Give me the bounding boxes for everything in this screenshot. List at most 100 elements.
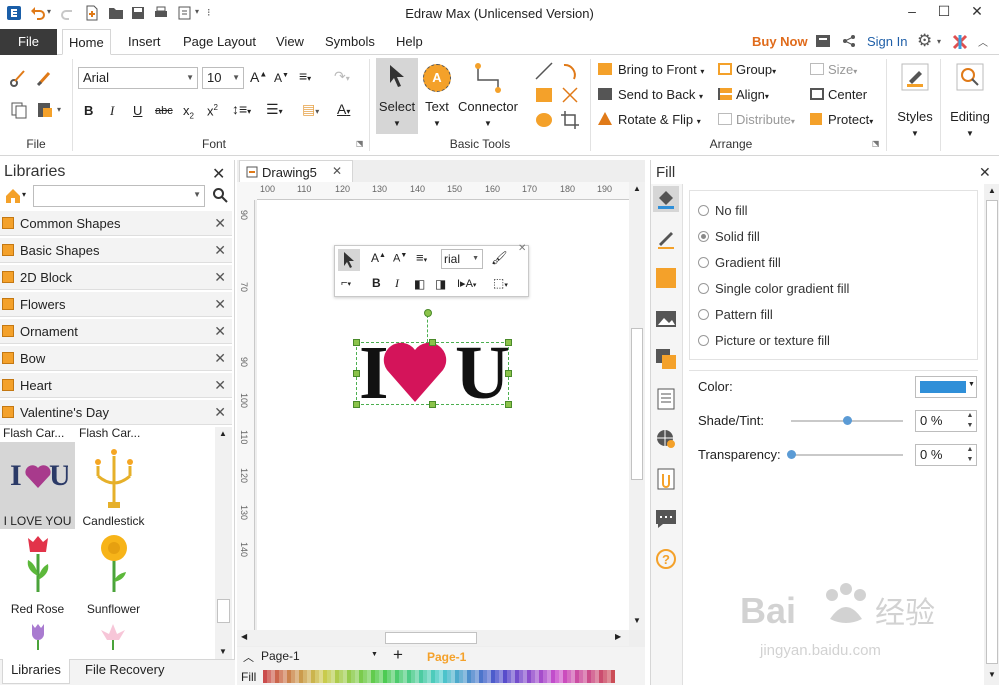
- increase-font-icon[interactable]: A▲: [371, 251, 386, 265]
- library-search-input[interactable]: ▼: [33, 185, 205, 207]
- text-tool-button[interactable]: A Text ▼: [420, 58, 454, 134]
- home-dropdown-icon[interactable]: ▾: [22, 190, 26, 199]
- libraries-scrollbar[interactable]: ▲ ▼: [215, 427, 232, 659]
- superscript-icon[interactable]: x2: [207, 103, 218, 118]
- line-spacing-icon[interactable]: ↕≡▾: [232, 101, 251, 117]
- resize-handle[interactable]: [429, 401, 436, 408]
- color-picker[interactable]: ▼: [915, 376, 977, 398]
- scroll-thumb[interactable]: [631, 328, 643, 480]
- line-tool-icon[interactable]: [534, 61, 554, 81]
- attachment-icon[interactable]: [655, 468, 677, 490]
- slider-knob[interactable]: [787, 450, 796, 459]
- tulip-icon[interactable]: [28, 622, 48, 650]
- protect-button[interactable]: Protect▾: [810, 112, 873, 127]
- rotation-handle[interactable]: [424, 309, 432, 317]
- font-name-select[interactable]: Arial ▼: [78, 67, 198, 89]
- tab-help[interactable]: Help: [390, 29, 429, 55]
- resize-handle[interactable]: [353, 339, 360, 346]
- styles-button[interactable]: Styles ▼: [892, 59, 938, 147]
- bold-icon[interactable]: B: [84, 103, 93, 118]
- color-palette[interactable]: [263, 670, 615, 683]
- add-page-icon[interactable]: +: [393, 645, 403, 665]
- highlight-icon[interactable]: ▤▾: [302, 101, 319, 118]
- slider-knob[interactable]: [843, 416, 852, 425]
- close-icon[interactable]: ✕: [979, 164, 991, 181]
- close-icon[interactable]: ✕: [214, 400, 226, 425]
- arc-tool-icon[interactable]: [560, 61, 580, 81]
- resize-handle[interactable]: [429, 339, 436, 346]
- resize-handle[interactable]: [505, 339, 512, 346]
- group-button[interactable]: Group▾: [718, 62, 776, 77]
- radio-no-fill[interactable]: No fill: [698, 203, 748, 218]
- paste-dropdown-icon[interactable]: ▾: [57, 105, 61, 114]
- shape-red-rose[interactable]: Red Rose: [0, 530, 75, 617]
- underline-icon[interactable]: U: [133, 103, 142, 118]
- library-item-bow[interactable]: Bow ✕: [0, 346, 232, 371]
- scroll-thumb[interactable]: [986, 200, 998, 664]
- bring-to-front-button[interactable]: Bring to Front ▾: [598, 62, 704, 77]
- italic-icon[interactable]: I: [110, 103, 114, 119]
- shopping-cart-icon[interactable]: [815, 33, 831, 49]
- transparency-slider[interactable]: [787, 450, 903, 459]
- globe-hyperlink-icon[interactable]: [655, 428, 677, 450]
- tab-view[interactable]: View: [270, 29, 310, 55]
- radio-single-color-gradient-fill[interactable]: Single color gradient fill: [698, 281, 849, 296]
- help-icon[interactable]: ?: [655, 548, 677, 570]
- search-icon[interactable]: [212, 187, 228, 203]
- close-window-button[interactable]: ✕: [963, 2, 991, 22]
- scroll-thumb[interactable]: [217, 599, 230, 623]
- close-icon[interactable]: ✕: [214, 265, 226, 290]
- spinner-arrows-icon[interactable]: ▲ ▼: [964, 411, 976, 431]
- theme-icon[interactable]: [952, 34, 968, 50]
- library-item-ornament[interactable]: Ornament ✕: [0, 319, 232, 344]
- font-size-select[interactable]: 10 ▼: [202, 67, 244, 89]
- line-pen-icon[interactable]: [655, 228, 677, 250]
- spinner-arrows-icon[interactable]: ▲ ▼: [964, 445, 976, 465]
- paste-icon[interactable]: [36, 101, 54, 119]
- rotate-flip-button[interactable]: Rotate & Flip ▾: [598, 112, 701, 127]
- scroll-up-icon[interactable]: ▲: [219, 429, 227, 438]
- rectangle-tool-icon[interactable]: [536, 88, 552, 102]
- sign-in-link[interactable]: Sign In: [867, 34, 907, 49]
- settings-gear-icon[interactable]: ⚙: [917, 31, 932, 51]
- radio-picture-texture-fill[interactable]: Picture or texture fill: [698, 333, 830, 348]
- crop-tool-icon[interactable]: [560, 110, 580, 130]
- resize-handle[interactable]: [353, 370, 360, 377]
- center-button[interactable]: Center: [810, 87, 867, 102]
- library-item-common-shapes[interactable]: Common Shapes ✕: [0, 211, 232, 236]
- format-painter-icon[interactable]: [36, 69, 54, 87]
- scroll-down-icon[interactable]: ▼: [988, 670, 996, 679]
- comment-icon[interactable]: [655, 508, 677, 530]
- fill-bucket-icon[interactable]: [653, 186, 679, 212]
- shape-candlestick[interactable]: Candlestick: [76, 442, 151, 529]
- shadow-icon[interactable]: [656, 268, 676, 288]
- tab-insert[interactable]: Insert: [122, 29, 167, 55]
- align-button[interactable]: Align▾: [718, 87, 769, 102]
- send-backward-icon[interactable]: ◨: [435, 277, 446, 291]
- tab-page-layout[interactable]: Page Layout: [177, 29, 262, 55]
- close-tab-icon[interactable]: ✕: [332, 164, 342, 178]
- text-direction-icon[interactable]: ↷▾: [334, 68, 350, 85]
- bullet-list-icon[interactable]: ☰▾: [266, 101, 283, 118]
- font-color-icon[interactable]: A▾: [337, 101, 350, 117]
- resize-handle[interactable]: [505, 401, 512, 408]
- close-icon[interactable]: ✕: [214, 373, 226, 398]
- select-tool-button[interactable]: Select ▼: [376, 58, 418, 134]
- library-item-flowers[interactable]: Flowers ✕: [0, 292, 232, 317]
- scroll-up-icon[interactable]: ▲: [988, 186, 996, 195]
- maximize-button[interactable]: ☐: [930, 2, 958, 22]
- close-icon[interactable]: ✕: [214, 346, 226, 371]
- close-toolbar-icon[interactable]: ✕: [518, 243, 526, 254]
- library-item-basic-shapes[interactable]: Basic Shapes ✕: [0, 238, 232, 263]
- connector-tool-button[interactable]: Connector ▼: [456, 58, 520, 134]
- resize-handle[interactable]: [353, 401, 360, 408]
- bold-icon[interactable]: B: [372, 276, 381, 290]
- radio-pattern-fill[interactable]: Pattern fill: [698, 307, 773, 322]
- editing-button[interactable]: Editing ▼: [944, 59, 996, 147]
- shade-tint-input[interactable]: 0 % ▲ ▼: [915, 410, 977, 432]
- cut-icon[interactable]: [10, 69, 28, 87]
- lily-icon[interactable]: [100, 622, 126, 650]
- arrange-dialog-launcher-icon[interactable]: ⬔: [872, 139, 880, 148]
- resize-handle[interactable]: [505, 370, 512, 377]
- copy-icon[interactable]: [10, 101, 28, 119]
